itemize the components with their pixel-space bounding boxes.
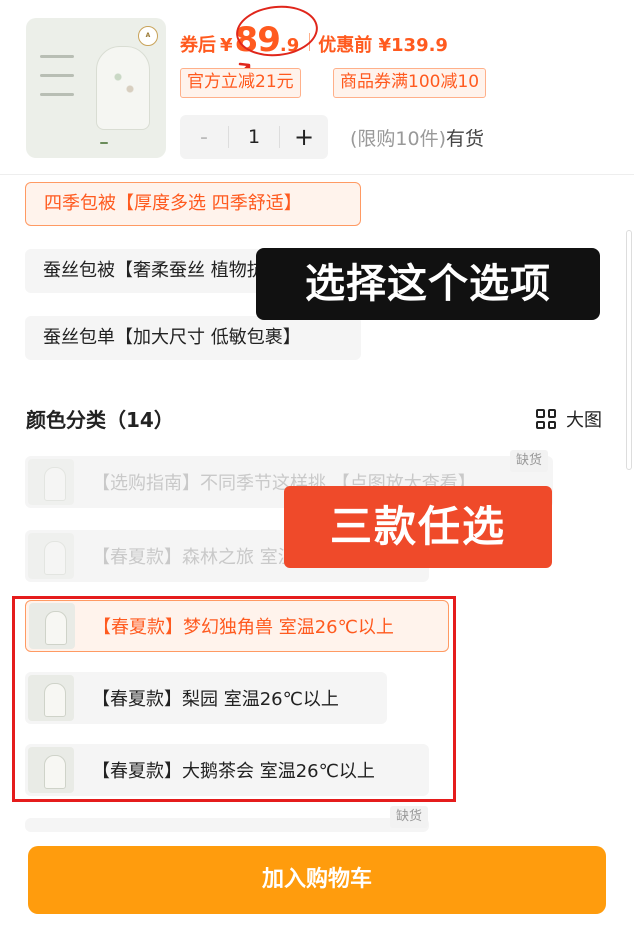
swaddle-image <box>96 46 150 130</box>
product-thumbnail[interactable]: A <box>26 18 166 158</box>
color-option-image <box>28 533 74 579</box>
big-view-label: 大图 <box>566 410 602 431</box>
increase-quantity-button[interactable]: + <box>280 123 328 151</box>
currency-symbol: ¥ <box>220 35 233 56</box>
add-to-cart-button[interactable]: 加入购物车 <box>28 846 606 914</box>
annotation-choose-any-three: 三款任选 <box>284 486 552 568</box>
purchase-limit: (限购10件) <box>350 128 447 150</box>
color-option-partial[interactable] <box>25 818 429 832</box>
coupon-official-discount: 官方立减21元 <box>180 68 301 98</box>
grid-view-icon <box>536 409 556 429</box>
color-option-image <box>28 459 74 505</box>
coupon-threshold-discount: 商品券满100减10 <box>333 68 487 98</box>
quality-badge-icon: A <box>138 26 158 46</box>
header-divider <box>0 174 634 175</box>
quantity-value[interactable]: 1 <box>228 126 280 148</box>
quantity-stepper: - 1 + <box>180 115 328 159</box>
color-section-title: 颜色分类（14） <box>26 408 174 432</box>
big-view-button[interactable]: 大图 <box>536 406 602 432</box>
decrease-quantity-button[interactable]: - <box>180 125 228 150</box>
price-label: 券后 <box>180 35 216 56</box>
highlight-annotation-box <box>12 596 456 802</box>
out-of-stock-badge: 缺货 <box>510 450 549 472</box>
stock-status: 有货 <box>446 128 485 150</box>
original-price: 优惠前 ¥139.9 <box>318 35 448 56</box>
thumbnail-guide-lines <box>34 48 84 112</box>
stock-info: (限购10件)有货 <box>350 124 484 151</box>
out-of-stock-badge: 缺货 <box>390 806 429 828</box>
annotation-select-this-option: 选择这个选项 <box>256 248 600 320</box>
thumbnail-tag <box>100 142 108 144</box>
scrollbar[interactable] <box>626 230 632 470</box>
option-four-season-swaddle[interactable]: 四季包被【厚度多选 四季舒适】 <box>25 182 361 226</box>
option-silk-wrap-sheet[interactable]: 蚕丝包单【加大尺寸 低敏包裹】 <box>25 316 361 360</box>
